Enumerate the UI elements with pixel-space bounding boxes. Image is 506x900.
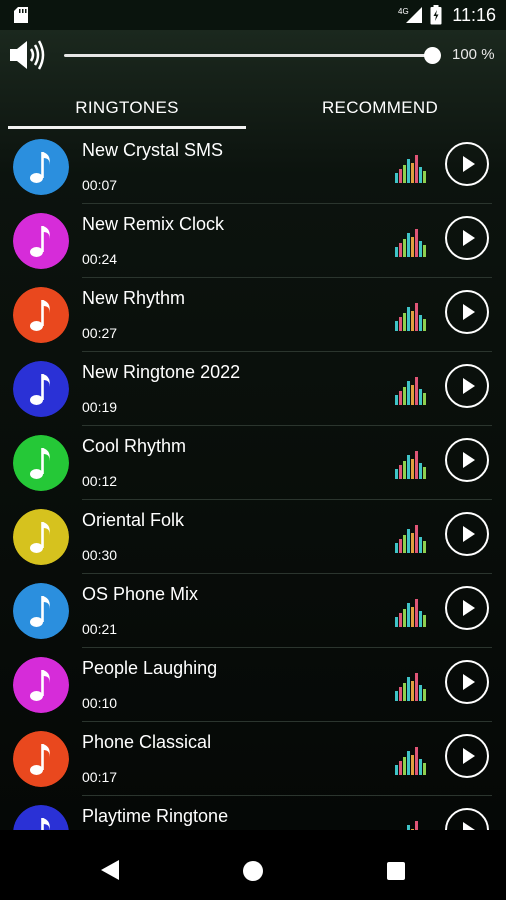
- equalizer-icon: [407, 821, 418, 830]
- volume-percent-label: 100 %: [452, 46, 495, 63]
- back-icon[interactable]: [100, 859, 120, 881]
- ringtone-duration: 00:21: [82, 621, 118, 637]
- equalizer-icon: [395, 599, 426, 627]
- ringtone-title: Oriental Folk: [82, 510, 185, 530]
- equalizer-icon: [395, 747, 426, 775]
- music-note-icon: [13, 287, 69, 343]
- list-item[interactable]: Phone Classical 00:17: [0, 722, 506, 796]
- list-item[interactable]: OS Phone Mix 00:21: [0, 574, 506, 648]
- ringtone-duration: 00:12: [82, 473, 118, 489]
- ringtone-duration: 00:19: [82, 399, 118, 415]
- equalizer-icon: [395, 525, 426, 553]
- ringtone-title: New Ringtone 2022: [82, 362, 241, 382]
- tab-bar: RINGTONES RECOMMEND: [0, 86, 506, 130]
- battery-icon: [430, 5, 442, 25]
- volume-control: 100 %: [0, 30, 506, 80]
- equalizer-icon: [395, 303, 426, 331]
- navigation-bar: [0, 830, 506, 900]
- play-button[interactable]: [445, 142, 489, 186]
- sd-card-icon: [14, 7, 28, 23]
- music-note-icon: [13, 361, 69, 417]
- ringtone-title: New Crystal SMS: [82, 140, 224, 160]
- list-item[interactable]: New Rhythm 00:27: [0, 278, 506, 352]
- ringtone-title: Cool Rhythm: [82, 436, 187, 456]
- music-note-icon: [13, 805, 69, 830]
- music-note-icon: [13, 213, 69, 269]
- ringtone-title: Playtime Ringtone: [82, 806, 229, 826]
- ringtone-title: People Laughing: [82, 658, 218, 678]
- equalizer-icon: [395, 377, 426, 405]
- play-icon: [463, 748, 475, 764]
- ringtone-duration: 00:27: [82, 325, 118, 341]
- ringtone-duration: 00:10: [82, 695, 118, 711]
- equalizer-icon: [395, 229, 426, 257]
- equalizer-icon: [395, 673, 426, 701]
- ringtone-list[interactable]: New Crystal SMS 00:07 New Remix Clock 00:24…: [0, 130, 506, 830]
- music-note-icon: [13, 731, 69, 787]
- play-icon: [463, 822, 475, 830]
- play-icon: [463, 526, 475, 542]
- play-icon: [463, 156, 475, 172]
- ringtone-duration: 00:30: [82, 547, 118, 563]
- home-icon[interactable]: [243, 861, 263, 881]
- equalizer-icon: [395, 451, 426, 479]
- recents-icon[interactable]: [387, 862, 405, 880]
- play-button[interactable]: [445, 586, 489, 630]
- music-note-icon: [13, 509, 69, 565]
- ringtone-title: New Remix Clock: [82, 214, 225, 234]
- play-button[interactable]: [445, 438, 489, 482]
- play-icon: [463, 600, 475, 616]
- play-button[interactable]: [445, 290, 489, 334]
- play-icon: [463, 674, 475, 690]
- play-icon: [463, 378, 475, 394]
- music-note-icon: [13, 139, 69, 195]
- music-note-icon: [13, 657, 69, 713]
- volume-slider-thumb[interactable]: [424, 47, 441, 64]
- play-button[interactable]: [445, 734, 489, 778]
- play-button[interactable]: [445, 364, 489, 408]
- speaker-icon[interactable]: [8, 38, 46, 72]
- play-icon: [463, 452, 475, 468]
- ringtone-duration: 00:24: [82, 251, 118, 267]
- equalizer-icon: [395, 155, 426, 183]
- tab-recommend[interactable]: RECOMMEND: [262, 86, 498, 130]
- ringtone-title: Phone Classical: [82, 732, 212, 752]
- tab-ringtones[interactable]: RINGTONES: [8, 86, 246, 130]
- ringtone-title: New Rhythm: [82, 288, 186, 308]
- ringtone-duration: 00:07: [82, 177, 118, 193]
- list-item[interactable]: New Ringtone 2022 00:19: [0, 352, 506, 426]
- list-item[interactable]: People Laughing 00:10: [0, 648, 506, 722]
- play-icon: [463, 230, 475, 246]
- app-content: 100 % RINGTONES RECOMMEND New Crystal SM…: [0, 30, 506, 830]
- list-item[interactable]: Playtime Ringtone: [0, 796, 506, 830]
- list-item[interactable]: New Crystal SMS 00:07: [0, 130, 506, 204]
- list-item[interactable]: New Remix Clock 00:24: [0, 204, 506, 278]
- play-button[interactable]: [445, 216, 489, 260]
- music-note-icon: [13, 435, 69, 491]
- clock: 11:16: [452, 4, 496, 25]
- ringtone-duration: 00:17: [82, 769, 118, 785]
- active-tab-indicator: [8, 126, 246, 129]
- play-button[interactable]: [445, 808, 489, 830]
- status-bar: 4G 11:16: [0, 0, 506, 30]
- signal-icon: 4G: [398, 7, 423, 23]
- play-button[interactable]: [445, 660, 489, 704]
- list-item[interactable]: Cool Rhythm 00:12: [0, 426, 506, 500]
- volume-slider-track[interactable]: [64, 54, 432, 57]
- play-button[interactable]: [445, 512, 489, 556]
- play-icon: [463, 304, 475, 320]
- ringtone-title: OS Phone Mix: [82, 584, 199, 604]
- network-type-label: 4G: [398, 7, 409, 16]
- music-note-icon: [13, 583, 69, 639]
- list-item[interactable]: Oriental Folk 00:30: [0, 500, 506, 574]
